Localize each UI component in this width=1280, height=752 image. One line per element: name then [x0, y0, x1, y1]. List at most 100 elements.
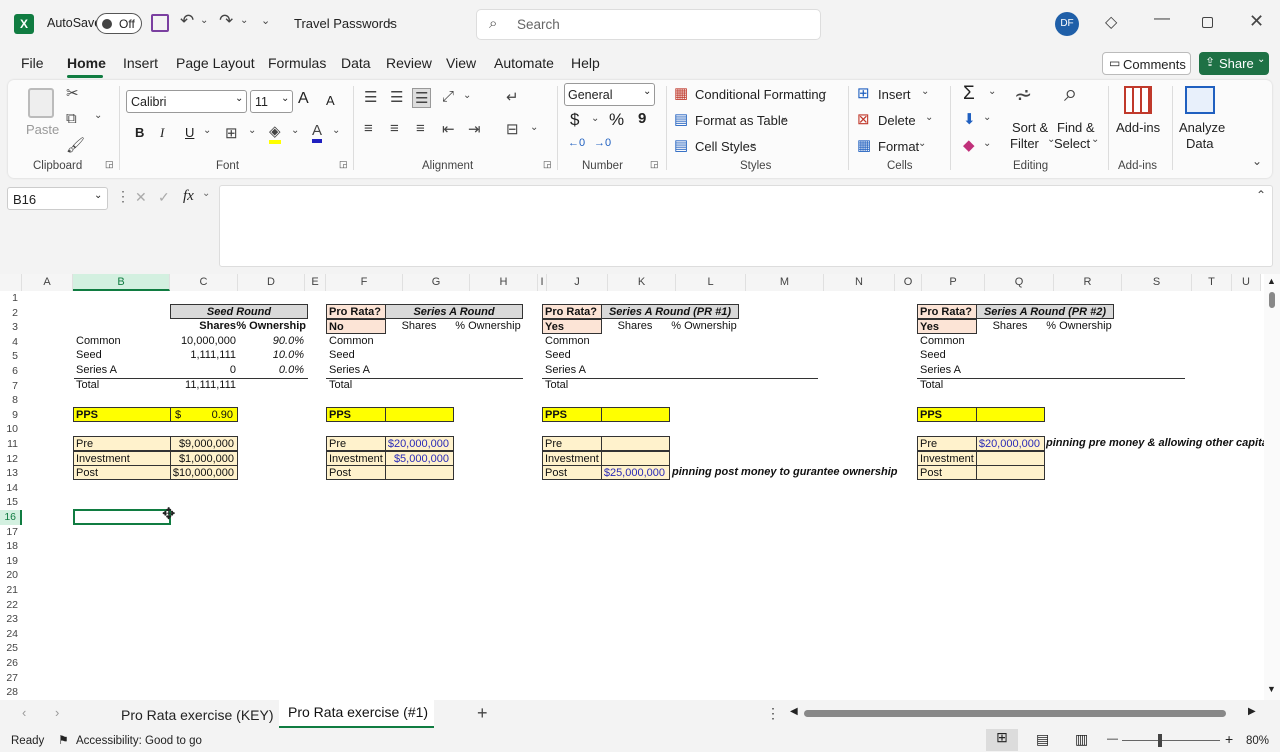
row-header-28[interactable]: 28 [0, 685, 22, 700]
borders-icon[interactable]: ⊞ [225, 124, 238, 142]
find-select-button[interactable]: Find & [1057, 120, 1095, 135]
seed-ownership-value[interactable]: 10.0% [236, 348, 304, 363]
find-select-button-line2[interactable]: Select [1054, 136, 1090, 151]
row-header-20[interactable]: 20 [0, 568, 22, 583]
fill-color-dropdown-icon[interactable]: ⌄ [291, 125, 299, 136]
normal-view-icon[interactable]: ⊞ [986, 729, 1018, 751]
a2-round-header[interactable]: Series A Round (PR #1) [601, 304, 739, 319]
column-header-f[interactable]: F [326, 274, 403, 291]
a1-pre-label[interactable]: Pre [326, 436, 386, 451]
a2-post-value[interactable]: $25,000,000 [601, 465, 670, 480]
column-header-s[interactable]: S [1122, 274, 1192, 291]
seed-post-value[interactable]: $10,000,000 [170, 465, 238, 480]
horizontal-scrollbar[interactable]: ◀ ▶ [790, 706, 1262, 720]
format-dropdown-icon[interactable]: ⌄ [918, 138, 926, 149]
seed-ownership-value[interactable]: 0.0% [236, 363, 304, 378]
row-header-16[interactable]: 16 [0, 510, 22, 525]
row-header-14[interactable]: 14 [0, 481, 22, 496]
row-header-6[interactable]: 6 [0, 364, 22, 379]
seed-post-label[interactable]: Post [73, 465, 171, 480]
customize-toolbar-icon[interactable]: ⌄ [261, 14, 270, 27]
row-header-4[interactable]: 4 [0, 335, 22, 350]
zoom-slider[interactable] [1122, 740, 1220, 741]
formula-input[interactable] [219, 185, 1273, 267]
font-color-icon[interactable]: A [312, 122, 323, 143]
row-header-5[interactable]: 5 [0, 349, 22, 364]
seed-ownership-value[interactable]: 90.0% [236, 334, 304, 349]
autosave-toggle[interactable]: Off [96, 13, 142, 34]
column-header-k[interactable]: K [608, 274, 676, 291]
menu-page-layout[interactable]: Page Layout [176, 55, 255, 71]
close-icon[interactable]: ✕ [1249, 11, 1264, 32]
find-select-chevron-icon[interactable]: ⌄ [1091, 134, 1099, 145]
more-icon[interactable]: ⋮ [116, 188, 130, 205]
clipboard-launcher-icon[interactable]: ◲ [105, 159, 114, 170]
avatar[interactable]: DF [1055, 12, 1079, 36]
row-header-26[interactable]: 26 [0, 656, 22, 671]
seed-investment-value[interactable]: $1,000,000 [170, 451, 238, 466]
underline-button[interactable]: U [185, 125, 194, 140]
seed-investment-label[interactable]: Investment [73, 451, 171, 466]
zoom-out-button[interactable]: — [1107, 733, 1118, 745]
align-middle-icon[interactable]: ☰ [390, 88, 403, 106]
seed-pre-value[interactable]: $9,000,000 [170, 436, 238, 451]
analyze-data-button-line2[interactable]: Data [1186, 136, 1213, 151]
a3-ownership-header[interactable]: % Ownership [1043, 319, 1115, 334]
a1-post-label[interactable]: Post [326, 465, 386, 480]
menu-view[interactable]: View [446, 55, 476, 71]
sort-filter-icon[interactable]: ⩫ [1014, 82, 1032, 108]
seed-total-label[interactable]: Total [76, 378, 99, 393]
conditional-formatting-icon[interactable]: ▦ [674, 84, 688, 102]
more-options-icon[interactable]: ⋮ [766, 705, 780, 722]
cell-styles-button[interactable]: Cell Styles [695, 139, 756, 154]
addins-icon[interactable] [1124, 86, 1152, 114]
addins-button[interactable]: Add-ins [1116, 120, 1160, 135]
clear-icon[interactable]: ◆ [963, 136, 975, 154]
a3-pre-value[interactable]: $20,000,000 [976, 436, 1045, 451]
a1-pro-rata-label[interactable]: Pro Rata? [326, 304, 386, 319]
row-header-27[interactable]: 27 [0, 671, 22, 686]
row-header-2[interactable]: 2 [0, 306, 22, 321]
a3-note[interactable]: pinning pre money & allowing other capit… [1046, 436, 1268, 451]
font-launcher-icon[interactable]: ◲ [339, 159, 348, 170]
a3-investment-label[interactable]: Investment [917, 451, 977, 466]
column-header-i[interactable]: I [538, 274, 547, 291]
a3-row-label[interactable]: Common [920, 334, 965, 349]
conditional-dropdown-icon[interactable]: ⌄ [820, 86, 828, 97]
a2-investment-value[interactable] [601, 451, 670, 466]
a2-investment-label[interactable]: Investment [542, 451, 602, 466]
zoom-level[interactable]: 80% [1246, 735, 1269, 747]
number-launcher-icon[interactable]: ◲ [650, 159, 659, 170]
row-header-8[interactable]: 8 [0, 393, 22, 408]
delete-dropdown-icon[interactable]: ⌄ [925, 112, 933, 123]
delete-cells-icon[interactable]: ⊠ [857, 110, 870, 128]
row-header-9[interactable]: 9 [0, 408, 22, 423]
cell-styles-icon[interactable]: ▤ [674, 136, 688, 154]
insert-cells-icon[interactable]: ⊞ [857, 84, 870, 102]
undo-icon[interactable]: ↶ [180, 11, 194, 31]
fill-dropdown-icon[interactable]: ⌄ [983, 112, 991, 123]
a3-row-label[interactable]: Series A [920, 363, 961, 378]
orientation-dropdown-icon[interactable]: ⌄ [463, 90, 471, 101]
row-header-21[interactable]: 21 [0, 583, 22, 598]
row-header-18[interactable]: 18 [0, 539, 22, 554]
row-header-13[interactable]: 13 [0, 466, 22, 481]
align-top-icon[interactable]: ☰ [364, 88, 377, 106]
tab-active[interactable]: Pro Rata exercise (#1) [279, 700, 434, 728]
zoom-in-button[interactable]: + [1225, 731, 1233, 747]
menu-home[interactable]: Home [67, 55, 106, 71]
column-header-e[interactable]: E [305, 274, 326, 291]
row-header-7[interactable]: 7 [0, 379, 22, 394]
column-header-h[interactable]: H [470, 274, 538, 291]
sort-filter-button-line2[interactable]: Filter [1010, 136, 1039, 151]
merge-dropdown-icon[interactable]: ⌄ [530, 122, 538, 133]
collapse-formula-bar-icon[interactable]: ⌃ [1256, 188, 1266, 202]
restore-icon[interactable] [1202, 17, 1213, 28]
row-header-3[interactable]: 3 [0, 320, 22, 335]
a2-total-label[interactable]: Total [545, 378, 568, 393]
page-layout-view-icon[interactable]: ▤ [1036, 731, 1049, 748]
increase-font-button[interactable]: A [298, 90, 309, 108]
format-cells-button[interactable]: Format [878, 139, 919, 154]
spreadsheet-grid[interactable]: ABCDEFGHIJKLMNOPQRSTU 1 2 3 4 5 6 7 8 9 10 11 12 13 1… [0, 274, 1280, 700]
a2-row-label[interactable]: Series A [545, 363, 586, 378]
